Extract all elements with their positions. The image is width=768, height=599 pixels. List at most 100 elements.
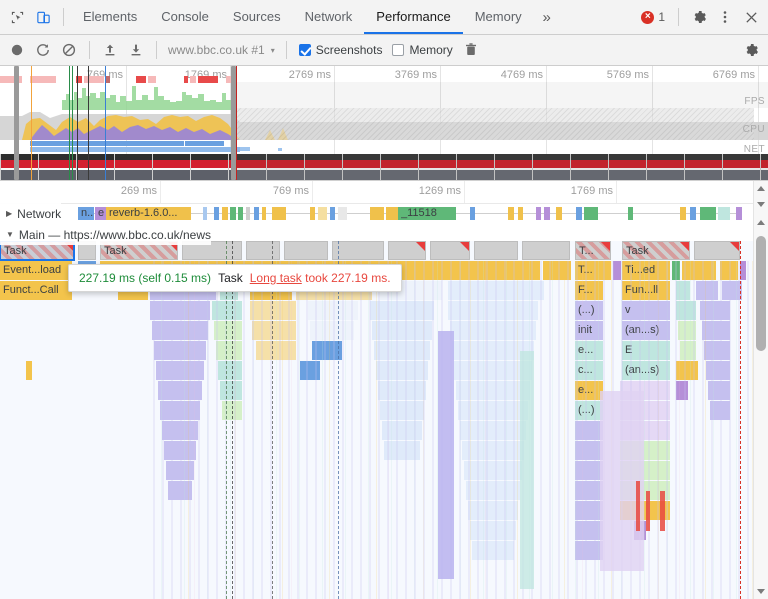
cpu-track-label: CPU bbox=[742, 124, 765, 135]
flamechart-body[interactable]: Task Task T... Task Event...load T... Ti… bbox=[0, 241, 754, 599]
scroll-down-arrow-2[interactable] bbox=[754, 584, 768, 599]
recording-selector[interactable]: www.bbc.co.uk #1 ▾ bbox=[164, 43, 279, 57]
flame-event[interactable]: Ti...ed bbox=[622, 261, 670, 280]
lcp-marker-dark bbox=[77, 66, 78, 180]
event-label: c... bbox=[578, 364, 593, 376]
network-request[interactable]: reverb-1.6.0... bbox=[106, 207, 191, 220]
memory-checkbox[interactable]: Memory bbox=[387, 43, 457, 57]
scroll-up-arrow-2[interactable] bbox=[754, 215, 768, 230]
event-label: Funct...Call bbox=[3, 284, 59, 296]
tooltip-warning-link[interactable]: Long task bbox=[250, 271, 302, 285]
error-badge[interactable]: × 1 bbox=[635, 10, 671, 24]
flame-event[interactable]: Funct...Call bbox=[0, 281, 72, 300]
flame-event[interactable]: Event...load bbox=[0, 261, 72, 280]
flame-event[interactable]: c... bbox=[575, 361, 603, 380]
task-event[interactable]: Task bbox=[622, 241, 690, 260]
network-track-row[interactable]: n.. e reverb-1.6.0... _11518 bbox=[0, 203, 754, 224]
inspect-element-icon[interactable] bbox=[4, 4, 30, 30]
overview-selection-handle-right[interactable] bbox=[231, 66, 236, 180]
flame-event[interactable]: (...) bbox=[575, 401, 603, 420]
event-label: (an...s) bbox=[625, 364, 660, 376]
memory-checkbox-box[interactable] bbox=[392, 44, 405, 56]
chevron-right-icon[interactable]: ▶ bbox=[6, 209, 12, 218]
network-request[interactable]: e bbox=[95, 207, 106, 220]
gear-icon[interactable] bbox=[686, 4, 712, 30]
tab-elements[interactable]: Elements bbox=[71, 0, 149, 34]
flame-event[interactable]: e... bbox=[575, 381, 603, 400]
overview-selection-handle-left[interactable] bbox=[14, 66, 19, 180]
save-profile-icon[interactable] bbox=[123, 37, 149, 63]
dcl-marker-orange bbox=[31, 66, 32, 180]
tab-performance[interactable]: Performance bbox=[364, 0, 463, 34]
task-event[interactable] bbox=[522, 241, 570, 260]
task-event[interactable] bbox=[694, 241, 740, 260]
flame-event[interactable]: v bbox=[622, 301, 670, 320]
flamechart-tick-label: 269 ms bbox=[120, 185, 157, 197]
flame-row-8: (...) bbox=[0, 401, 740, 421]
event-label: v bbox=[625, 304, 631, 316]
close-icon[interactable] bbox=[738, 4, 764, 30]
main-track-header[interactable]: ▼ Main — https://www.bbc.co.uk/news bbox=[0, 224, 211, 245]
long-task-marker-icon bbox=[460, 242, 469, 251]
onload-marker-blue bbox=[105, 66, 106, 180]
task-event[interactable] bbox=[430, 241, 470, 260]
flame-event[interactable]: (an...s) bbox=[622, 321, 670, 340]
screenshots-checkbox-box[interactable] bbox=[298, 44, 311, 56]
chevron-down-icon[interactable]: ▼ bbox=[6, 230, 14, 239]
device-toolbar-icon[interactable] bbox=[30, 4, 56, 30]
long-task-marker-icon bbox=[680, 242, 689, 251]
long-task-marker-icon bbox=[416, 242, 425, 251]
flame-event[interactable] bbox=[543, 261, 571, 280]
error-count: 1 bbox=[658, 10, 665, 24]
task-event[interactable] bbox=[332, 241, 384, 260]
event-label: Fun...ll bbox=[625, 284, 659, 296]
task-event[interactable] bbox=[246, 241, 280, 260]
network-request-label: e bbox=[98, 207, 105, 219]
flame-event[interactable]: (an...s) bbox=[622, 361, 670, 380]
timeline-overview[interactable]: 769 ms 1769 ms 2769 ms 3769 ms 4769 ms 5… bbox=[0, 66, 768, 181]
scrollbar-thumb[interactable] bbox=[756, 236, 766, 351]
tab-network[interactable]: Network bbox=[293, 0, 365, 34]
more-tabs-icon[interactable]: » bbox=[534, 4, 560, 30]
task-event[interactable] bbox=[284, 241, 328, 260]
scroll-down-arrow[interactable] bbox=[754, 197, 768, 212]
screenshots-checkbox[interactable]: Screenshots bbox=[294, 43, 388, 57]
tab-console[interactable]: Console bbox=[149, 0, 221, 34]
flame-event[interactable]: init bbox=[575, 321, 603, 340]
fps-track-label: FPS bbox=[744, 96, 765, 107]
flame-event[interactable]: F... bbox=[575, 281, 603, 300]
record-icon[interactable] bbox=[4, 37, 30, 63]
flamechart-scrollbar[interactable] bbox=[753, 181, 768, 599]
tab-sources[interactable]: Sources bbox=[221, 0, 293, 34]
fcp-marker-green bbox=[69, 66, 70, 180]
long-task-marker-icon bbox=[601, 242, 610, 251]
load-profile-icon[interactable] bbox=[97, 37, 123, 63]
task-event[interactable] bbox=[474, 241, 518, 260]
load-guide-dashed-red bbox=[740, 241, 741, 599]
flame-event[interactable]: (...) bbox=[575, 301, 603, 320]
network-track-header[interactable]: ▶ Network bbox=[0, 203, 62, 224]
flame-event[interactable]: e... bbox=[575, 341, 603, 360]
perfbar-divider bbox=[89, 41, 90, 59]
flamechart-ruler: 269 ms 769 ms 1269 ms 1769 ms bbox=[0, 181, 754, 204]
tooltip-event-name: Task bbox=[218, 271, 243, 285]
collect-garbage-icon[interactable] bbox=[458, 37, 484, 63]
network-request[interactable]: n.. bbox=[78, 207, 94, 220]
flamechart-area[interactable]: 269 ms 769 ms 1269 ms 1769 ms n.. e reve… bbox=[0, 181, 768, 599]
kebab-menu-icon[interactable] bbox=[712, 4, 738, 30]
event-label: F... bbox=[578, 284, 593, 296]
task-event[interactable]: T... bbox=[575, 241, 611, 260]
filmstrip[interactable] bbox=[0, 154, 768, 180]
reload-and-record-icon[interactable] bbox=[30, 37, 56, 63]
lcp-marker-dark-2 bbox=[88, 66, 89, 180]
task-event[interactable] bbox=[388, 241, 426, 260]
flame-event[interactable]: T... bbox=[575, 261, 611, 280]
scroll-up-arrow[interactable] bbox=[754, 181, 768, 196]
flame-event[interactable]: E bbox=[622, 341, 670, 360]
clear-recording-icon[interactable] bbox=[56, 37, 82, 63]
tab-memory[interactable]: Memory bbox=[463, 0, 534, 34]
flame-event[interactable]: Fun...ll bbox=[622, 281, 670, 300]
network-request[interactable]: _11518 bbox=[398, 207, 456, 220]
flame-event[interactable] bbox=[613, 261, 621, 280]
capture-settings-gear-icon[interactable] bbox=[738, 37, 764, 63]
